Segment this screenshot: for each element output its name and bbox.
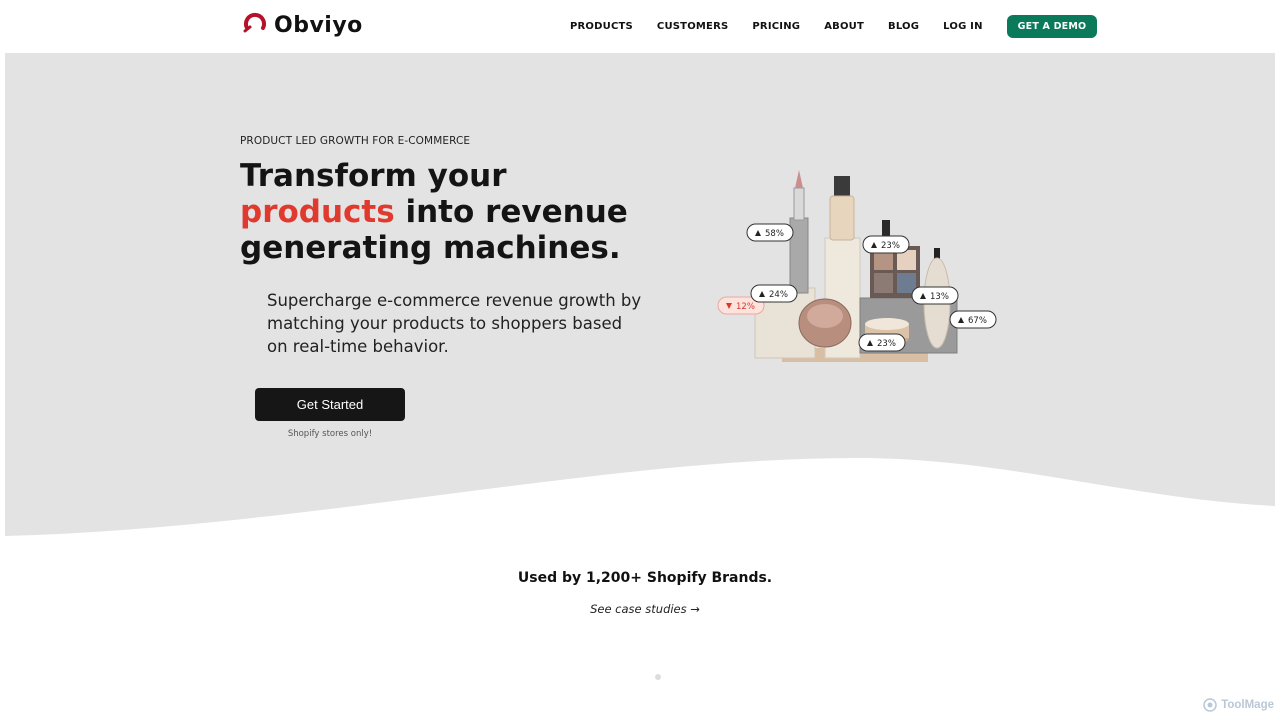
badge-23-top-text: 23% (881, 241, 900, 251)
nav-blog[interactable]: BLOG (888, 15, 919, 38)
nav-login[interactable]: LOG IN (943, 15, 983, 38)
badge-67: 67% (949, 310, 997, 329)
logo-mark-icon (243, 12, 266, 33)
shadow-pan-4 (897, 273, 916, 293)
get-demo-button[interactable]: GET A DEMO (1006, 15, 1098, 38)
foundation-cap (834, 176, 850, 196)
headline-accent: products (240, 194, 395, 230)
hero-section: PRODUCT LED GROWTH FOR E-COMMERCE Transf… (5, 53, 1275, 538)
main-nav: PRODUCTS CUSTOMERS PRICING ABOUT BLOG LO… (570, 15, 1098, 38)
badge-12-text: 12% (736, 302, 755, 312)
foundation-bottle (829, 195, 855, 241)
case-studies-link[interactable]: See case studies → (0, 602, 1280, 616)
badge-13-text: 13% (930, 292, 949, 302)
badge-23-mid: 23% (858, 333, 906, 352)
hero-subhead: Supercharge e-commerce revenue growth by… (267, 291, 642, 356)
nav-customers[interactable]: CUSTOMERS (657, 15, 728, 38)
site-header: Obviyo PRODUCTS CUSTOMERS PRICING ABOUT … (0, 0, 1280, 53)
badge-67-text: 67% (968, 316, 987, 326)
headline-rest: into revenue (394, 194, 628, 230)
hero-wave (5, 458, 1275, 538)
nav-about[interactable]: ABOUT (824, 15, 864, 38)
cosmetics-illustration: 58% 23% 12% 67% 23% 24% 13% (717, 170, 997, 362)
logo-text: Obviyo (274, 12, 363, 38)
lipstick-tube (793, 187, 805, 221)
badge-13: 13% (911, 286, 959, 305)
hero-headline: Transform your products into revenue gen… (240, 158, 660, 266)
badge-23-top: 23% (862, 235, 910, 254)
badge-24-text: 24% (769, 290, 788, 300)
logo[interactable]: Obviyo (242, 12, 363, 38)
compact-pan (807, 304, 843, 328)
headline-line1: Transform your (240, 158, 507, 194)
badge-58-text: 58% (765, 229, 784, 239)
watermark-icon (1203, 698, 1217, 712)
lipstick-tip (795, 170, 803, 188)
carousel-dot[interactable] (655, 674, 661, 680)
cream-jar-lid (865, 318, 909, 330)
nav-pricing[interactable]: PRICING (752, 15, 800, 38)
get-started-button[interactable]: Get Started (255, 388, 405, 421)
badge-23-mid-text: 23% (877, 339, 896, 349)
badge-24: 24% (750, 284, 798, 303)
watermark-text: ToolMage (1221, 699, 1274, 711)
headline-line3: generating machines. (240, 230, 621, 266)
watermark: ToolMage (1203, 698, 1274, 712)
nav-products[interactable]: PRODUCTS (570, 15, 633, 38)
badge-58: 58% (746, 223, 794, 242)
hero-eyebrow: PRODUCT LED GROWTH FOR E-COMMERCE (240, 135, 471, 147)
cta-note: Shopify stores only! (287, 429, 373, 439)
shadow-pan-3 (874, 273, 893, 293)
brands-count: Used by 1,200+ Shopify Brands. (517, 570, 773, 586)
